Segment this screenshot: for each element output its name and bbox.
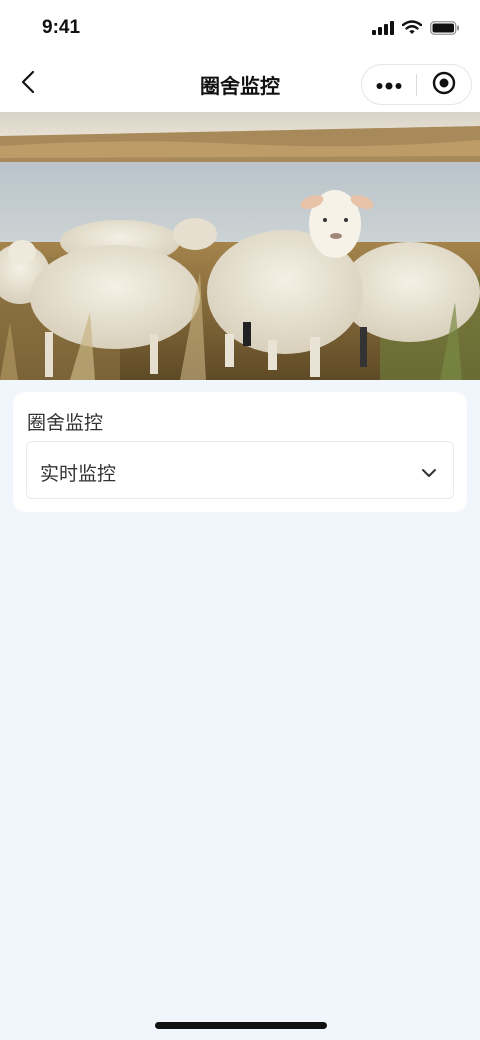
back-button[interactable] (10, 68, 46, 100)
card-title: 圈舍监控 (27, 412, 104, 434)
battery-icon (430, 20, 460, 39)
wifi-icon (401, 19, 423, 39)
more-dots-icon (376, 75, 402, 94)
select-value: 实时监控 (40, 463, 117, 485)
more-button[interactable] (362, 64, 416, 105)
page-title: 圈舍监控 (200, 74, 280, 98)
status-icons (372, 19, 460, 39)
hero-image (0, 112, 480, 380)
status-time: 9:41 (42, 17, 81, 38)
monitor-card: 圈舍监控 实时监控 (13, 392, 467, 512)
chevron-down-icon (421, 464, 437, 477)
status-bar: 9:41 (0, 0, 480, 56)
home-indicator (155, 1022, 327, 1029)
chevron-left-icon (21, 70, 35, 98)
monitor-mode-select[interactable]: 实时监控 (26, 441, 454, 499)
close-miniprogram-button[interactable] (417, 64, 471, 105)
nav-bar: 圈舍监控 (0, 56, 480, 112)
target-circle-icon (432, 71, 456, 99)
signal-icon (372, 20, 394, 39)
menu-capsule (361, 64, 472, 105)
